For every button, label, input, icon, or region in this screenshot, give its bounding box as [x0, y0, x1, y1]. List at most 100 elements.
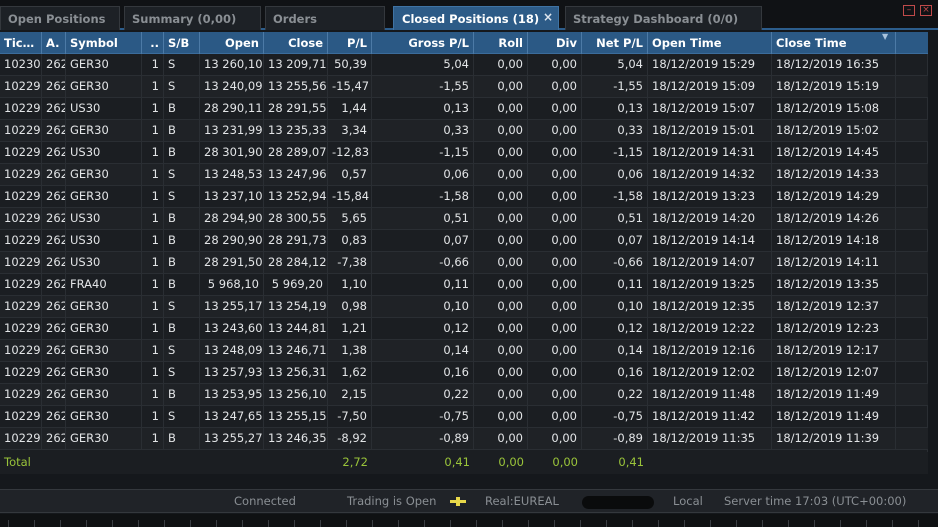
column-header-amount[interactable]: .. [142, 32, 164, 54]
strip-tick [424, 520, 425, 527]
cell-roll: 0,00 [474, 362, 528, 383]
cell-roll: 0,00 [474, 76, 528, 97]
tab-label: Orders [273, 12, 317, 26]
cell-close-time: 18/12/2019 14:29 [772, 186, 896, 207]
cell-close: 13 255,15 [264, 406, 328, 427]
cell-net-pl: -0,66 [582, 252, 648, 273]
table-row[interactable]: 10229 262 GER30 1 S 13 247,65 13 255,15 -7,50 -0… [0, 406, 928, 428]
strip-tick [528, 520, 529, 527]
strip-tick [710, 520, 711, 527]
strip-tick [840, 520, 841, 527]
column-header-open[interactable]: Open [200, 32, 264, 54]
cell-gross-pl: 0,33 [372, 120, 474, 141]
table-row[interactable]: 10229 262 US30 1 B 28 290,90 28 291,73 0,83 0,07… [0, 230, 928, 252]
cell-open: 13 260,10 [200, 54, 264, 75]
tab-open-positions[interactable]: Open Positions [0, 6, 120, 30]
cell-pl: 0,98 [328, 296, 372, 317]
cell-net-pl: 5,04 [582, 54, 648, 75]
cell-gross-pl: -1,58 [372, 186, 474, 207]
table-row[interactable]: 10229 262 GER30 1 S 13 248,53 13 247,96 0,57 0,0… [0, 164, 928, 186]
cell-amount: 1 [142, 120, 164, 141]
cell-roll: 0,00 [474, 120, 528, 141]
table-row[interactable]: 10229 262 GER30 1 B 13 255,27 13 246,35 -8,92 -0… [0, 428, 928, 450]
cell-ticket: 10230 [0, 54, 42, 75]
table-row[interactable]: 10229 262 GER30 1 B 13 253,95 13 256,10 2,15 0,2… [0, 384, 928, 406]
cell-gross-pl: -0,75 [372, 406, 474, 427]
column-header-pl[interactable]: P/L [328, 32, 372, 54]
column-header-ticket[interactable]: Tic… [0, 32, 42, 54]
cell-ticket: 10229 [0, 230, 42, 251]
cell-symbol: GER30 [66, 340, 142, 361]
tab-strategy-dashboard[interactable]: Strategy Dashboard (0/0) [565, 6, 762, 30]
tab-orders[interactable]: Orders [265, 6, 385, 30]
column-header-gross-pl[interactable]: Gross P/L [372, 32, 474, 54]
cell-side: B [164, 384, 200, 405]
table-row[interactable]: 10229 262 FRA40 1 B 5 968,10 5 969,20 1,10 0,11 0… [0, 274, 928, 296]
cell-open-time: 18/12/2019 14:31 [648, 142, 772, 163]
table-row[interactable]: 10229 262 GER30 1 S 13 237,10 13 252,94 -15,84-… [0, 186, 928, 208]
tab-closed-positions[interactable]: Closed Positions (18) × [393, 6, 559, 30]
table-row[interactable]: 10229 262 GER30 1 S 13 257,93 13 256,31 1,62 0,1… [0, 362, 928, 384]
cell-ticket: 10229 [0, 98, 42, 119]
column-header-roll[interactable]: Roll [474, 32, 528, 54]
total-row: Total 2,72 0,41 0,00 0,00 0,41 [0, 452, 928, 474]
cell-amount: 1 [142, 186, 164, 207]
cell-roll: 0,00 [474, 142, 528, 163]
cell-side: S [164, 362, 200, 383]
cell-open-time: 18/12/2019 15:09 [648, 76, 772, 97]
column-header-symbol[interactable]: Symbol [66, 32, 142, 54]
strip-tick [580, 520, 581, 527]
column-header-side[interactable]: S/B [164, 32, 200, 54]
cell-account: 262 [42, 208, 66, 229]
cell-open: 13 255,17 [200, 296, 264, 317]
cell-account: 262 [42, 274, 66, 295]
sort-desc-icon[interactable]: ▼ [882, 32, 888, 41]
cell-ticket: 10229 [0, 252, 42, 273]
table-row[interactable]: 10229 262 GER30 1 S 13 240,09 13 255,56 -15,47-… [0, 76, 928, 98]
cell-net-pl: 0,11 [582, 274, 648, 295]
table-row[interactable]: 10230 262 GER30 1 S 13 260,10 13 209,71 50,39 5,… [0, 54, 928, 76]
strip-tick [788, 520, 789, 527]
cell-gross-pl: 0,22 [372, 384, 474, 405]
table-row[interactable]: 10229 262 US30 1 B 28 291,50 28 284,12 -7,38 -0,… [0, 252, 928, 274]
table-row[interactable]: 10229 262 US30 1 B 28 290,11 28 291,55 1,44 0,13… [0, 98, 928, 120]
strip-tick [164, 520, 165, 527]
cell-net-pl: 0,51 [582, 208, 648, 229]
minimize-icon[interactable]: – [903, 5, 915, 16]
table-row[interactable]: 10229 262 GER30 1 S 13 255,17 13 254,19 0,98 0,1… [0, 296, 928, 318]
cell-account: 262 [42, 230, 66, 251]
cell-account: 262 [42, 120, 66, 141]
cell-close: 13 246,35 [264, 428, 328, 449]
close-tab-icon[interactable]: × [543, 10, 553, 24]
cell-amount: 1 [142, 362, 164, 383]
cell-account: 262 [42, 98, 66, 119]
cell-open-time: 18/12/2019 14:07 [648, 252, 772, 273]
table-row[interactable]: 10229 262 US30 1 B 28 294,90 28 300,55 5,65 0,51… [0, 208, 928, 230]
cell-side: B [164, 230, 200, 251]
cell-open: 13 253,95 [200, 384, 264, 405]
column-header-net-pl[interactable]: Net P/L [582, 32, 648, 54]
column-header-close[interactable]: Close [264, 32, 328, 54]
close-window-icon[interactable]: × [920, 5, 932, 16]
cell-close-time: 18/12/2019 11:49 [772, 384, 896, 405]
strip-tick [34, 520, 35, 527]
cell-open-time: 18/12/2019 12:35 [648, 296, 772, 317]
cell-ticket: 10229 [0, 142, 42, 163]
cell-gross-pl: 0,07 [372, 230, 474, 251]
cell-gross-pl: 0,06 [372, 164, 474, 185]
column-header-div[interactable]: Div [528, 32, 582, 54]
table-row[interactable]: 10229 262 US30 1 B 28 301,90 28 289,07 -12,83 -1… [0, 142, 928, 164]
table-row[interactable]: 10229 262 GER30 1 S 13 248,09 13 246,71 1,38 0,1… [0, 340, 928, 362]
cell-div: 0,00 [528, 98, 582, 119]
cell-open-time: 18/12/2019 11:48 [648, 384, 772, 405]
column-header-account[interactable]: A. [42, 32, 66, 54]
table-row[interactable]: 10229 262 GER30 1 B 13 231,99 13 235,33 3,34 0,3… [0, 120, 928, 142]
cell-account: 262 [42, 428, 66, 449]
strip-tick [866, 520, 867, 527]
table-row[interactable]: 10229 262 GER30 1 B 13 243,60 13 244,81 1,21 0,1… [0, 318, 928, 340]
cell-side: B [164, 428, 200, 449]
strip-tick [502, 520, 503, 527]
column-header-open-time[interactable]: Open Time [648, 32, 772, 54]
tab-summary[interactable]: Summary (0,00) [124, 6, 261, 30]
column-header-close-time[interactable]: Close Time [772, 32, 896, 54]
